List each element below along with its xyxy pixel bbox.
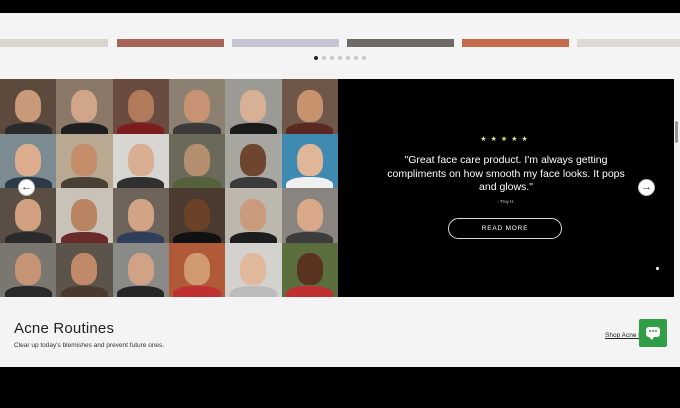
carousel-dot[interactable] bbox=[346, 56, 350, 60]
customer-photo-collage bbox=[0, 79, 338, 297]
customer-photo bbox=[168, 242, 226, 297]
product-tile[interactable] bbox=[347, 39, 454, 47]
rating-stars: ★★★★★ bbox=[480, 136, 532, 143]
customer-photo bbox=[281, 79, 338, 134]
section-title: Acne Routines bbox=[14, 320, 115, 337]
customer-photo bbox=[225, 188, 282, 243]
mouse-cursor-icon bbox=[656, 267, 659, 270]
carousel-pagination-dots bbox=[0, 56, 680, 62]
customer-photo bbox=[112, 133, 169, 188]
carousel-dot[interactable] bbox=[322, 56, 326, 60]
chat-button[interactable] bbox=[639, 319, 667, 347]
product-tile[interactable] bbox=[117, 39, 224, 47]
product-tile[interactable] bbox=[462, 39, 569, 47]
customer-photo bbox=[56, 79, 113, 134]
carousel-dot[interactable] bbox=[314, 56, 318, 60]
customer-photo bbox=[112, 79, 169, 134]
screenshot-frame: ★★★★★ "Great face care product. I'm alwa… bbox=[0, 0, 680, 408]
letterbox-bottom bbox=[0, 367, 680, 408]
arrow-left-icon[interactable]: ← bbox=[18, 179, 35, 196]
customer-photo bbox=[281, 242, 338, 297]
product-tile[interactable] bbox=[232, 39, 339, 47]
carousel-dot[interactable] bbox=[338, 56, 342, 60]
web-page: ★★★★★ "Great face care product. I'm alwa… bbox=[0, 13, 680, 367]
customer-photo bbox=[168, 133, 226, 188]
product-tile[interactable] bbox=[577, 39, 680, 47]
customer-photo bbox=[0, 79, 57, 134]
letterbox-top bbox=[0, 0, 680, 13]
customer-photo bbox=[112, 188, 169, 243]
customer-photo bbox=[0, 242, 57, 297]
testimonial-author: - Troy H. bbox=[497, 199, 515, 204]
testimonial-section: ★★★★★ "Great face care product. I'm alwa… bbox=[0, 79, 674, 297]
carousel-dot[interactable] bbox=[354, 56, 358, 60]
customer-photo bbox=[225, 79, 282, 134]
carousel-dot[interactable] bbox=[362, 56, 366, 60]
customer-photo bbox=[56, 188, 113, 243]
product-tile[interactable] bbox=[0, 39, 108, 47]
customer-photo bbox=[168, 79, 226, 134]
chat-icon bbox=[646, 327, 660, 340]
testimonial-quote: "Great face care product. I'm always get… bbox=[387, 154, 625, 193]
customer-photo bbox=[281, 188, 338, 243]
page-scrollbar[interactable] bbox=[675, 121, 678, 143]
product-carousel-strip bbox=[0, 39, 680, 47]
customer-photo bbox=[225, 242, 282, 297]
section-subtitle: Clear up today's blemishes and prevent f… bbox=[14, 342, 165, 349]
customer-photo bbox=[112, 242, 169, 297]
customer-photo bbox=[225, 133, 282, 188]
customer-photo bbox=[56, 133, 113, 188]
read-more-button[interactable]: READ MORE bbox=[448, 218, 562, 239]
carousel-dot[interactable] bbox=[330, 56, 334, 60]
arrow-right-icon[interactable]: → bbox=[638, 179, 655, 196]
customer-photo bbox=[168, 188, 226, 243]
customer-photo bbox=[281, 133, 338, 188]
customer-photo bbox=[56, 242, 113, 297]
customer-photo bbox=[0, 188, 57, 243]
testimonial-quote-panel: ★★★★★ "Great face care product. I'm alwa… bbox=[338, 79, 674, 297]
